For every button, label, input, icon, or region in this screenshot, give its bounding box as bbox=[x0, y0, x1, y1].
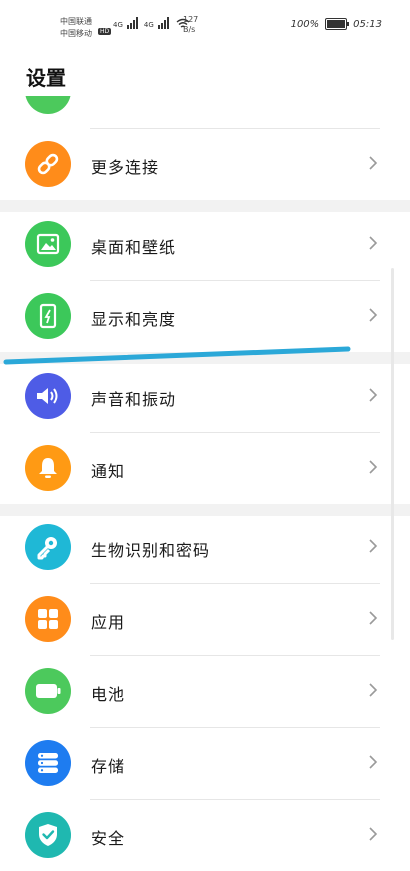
key-icon bbox=[25, 524, 71, 570]
status-bar: 中国联通 中国移动 HD 4G 4G 127 B/s 100% 05:13 bbox=[0, 0, 410, 50]
chevron-right-icon bbox=[369, 611, 378, 625]
partial-row-icon bbox=[25, 96, 71, 114]
signal-indicators: 4G 4G bbox=[113, 17, 190, 29]
settings-item-label: 生物识别和密码 bbox=[91, 541, 211, 560]
bell-icon bbox=[25, 445, 71, 491]
link-icon bbox=[25, 141, 71, 187]
chevron-right-icon bbox=[369, 755, 378, 769]
settings-item-battery[interactable]: 电池 bbox=[0, 655, 410, 727]
storage-icon bbox=[25, 740, 71, 786]
speaker-icon bbox=[25, 373, 71, 419]
settings-item-label: 桌面和壁纸 bbox=[91, 238, 177, 257]
network-speed: 127 B/s bbox=[183, 15, 198, 35]
signal-bars-icon bbox=[157, 17, 169, 29]
settings-item-label: 存储 bbox=[91, 757, 126, 776]
speed-value: 127 bbox=[183, 15, 199, 24]
settings-item-display-brightness[interactable]: 显示和亮度 bbox=[0, 280, 410, 352]
carrier-1: 中国联通 bbox=[60, 17, 92, 26]
settings-item-security[interactable]: 安全 bbox=[0, 799, 410, 871]
chevron-right-icon bbox=[369, 683, 378, 697]
carrier-names: 中国联通 中国移动 bbox=[60, 16, 92, 40]
page-title: 设置 bbox=[26, 66, 66, 90]
image-icon bbox=[25, 221, 71, 267]
settings-item-storage[interactable]: 存储 bbox=[0, 727, 410, 799]
settings-item-label: 显示和亮度 bbox=[91, 310, 177, 329]
shield-icon bbox=[25, 812, 71, 858]
chevron-right-icon bbox=[369, 156, 378, 170]
battery-percent: 100% bbox=[290, 18, 320, 30]
phone-brightness-icon bbox=[25, 293, 71, 339]
settings-item-label: 更多连接 bbox=[91, 158, 160, 177]
settings-item-notifications[interactable]: 通知 bbox=[0, 432, 410, 504]
scrollbar[interactable] bbox=[391, 268, 394, 640]
clock: 05:13 bbox=[353, 18, 382, 30]
chevron-right-icon bbox=[369, 827, 378, 841]
settings-item-more-connections[interactable]: 更多连接 bbox=[0, 128, 410, 200]
network-type-1: 4G bbox=[113, 21, 123, 29]
settings-item-home-wallpaper[interactable]: 桌面和壁纸 bbox=[0, 208, 410, 280]
battery-status: 100% 05:13 bbox=[291, 18, 382, 30]
hd-badge: HD bbox=[98, 28, 112, 35]
network-type-2: 4G bbox=[143, 21, 154, 29]
signal-bars-icon bbox=[126, 17, 138, 29]
carrier-2: 中国移动 bbox=[60, 29, 92, 38]
settings-item-label: 应用 bbox=[91, 613, 126, 632]
settings-item-label: 安全 bbox=[91, 829, 126, 848]
settings-item-apps[interactable]: 应用 bbox=[0, 583, 410, 655]
chevron-right-icon bbox=[369, 460, 378, 474]
chevron-right-icon bbox=[369, 236, 378, 250]
chevron-right-icon bbox=[369, 388, 378, 402]
settings-item-label: 电池 bbox=[91, 685, 126, 704]
apps-grid-icon bbox=[25, 596, 71, 642]
chevron-right-icon bbox=[369, 308, 378, 322]
battery-icon bbox=[25, 668, 71, 714]
battery-icon bbox=[325, 18, 350, 30]
chevron-right-icon bbox=[369, 539, 378, 553]
speed-unit: B/s bbox=[183, 25, 196, 34]
settings-item-biometrics-password[interactable]: 生物识别和密码 bbox=[0, 511, 410, 583]
settings-item-sound-vibration[interactable]: 声音和振动 bbox=[0, 360, 410, 432]
settings-item-label: 通知 bbox=[91, 462, 126, 481]
settings-item-label: 声音和振动 bbox=[91, 390, 177, 409]
